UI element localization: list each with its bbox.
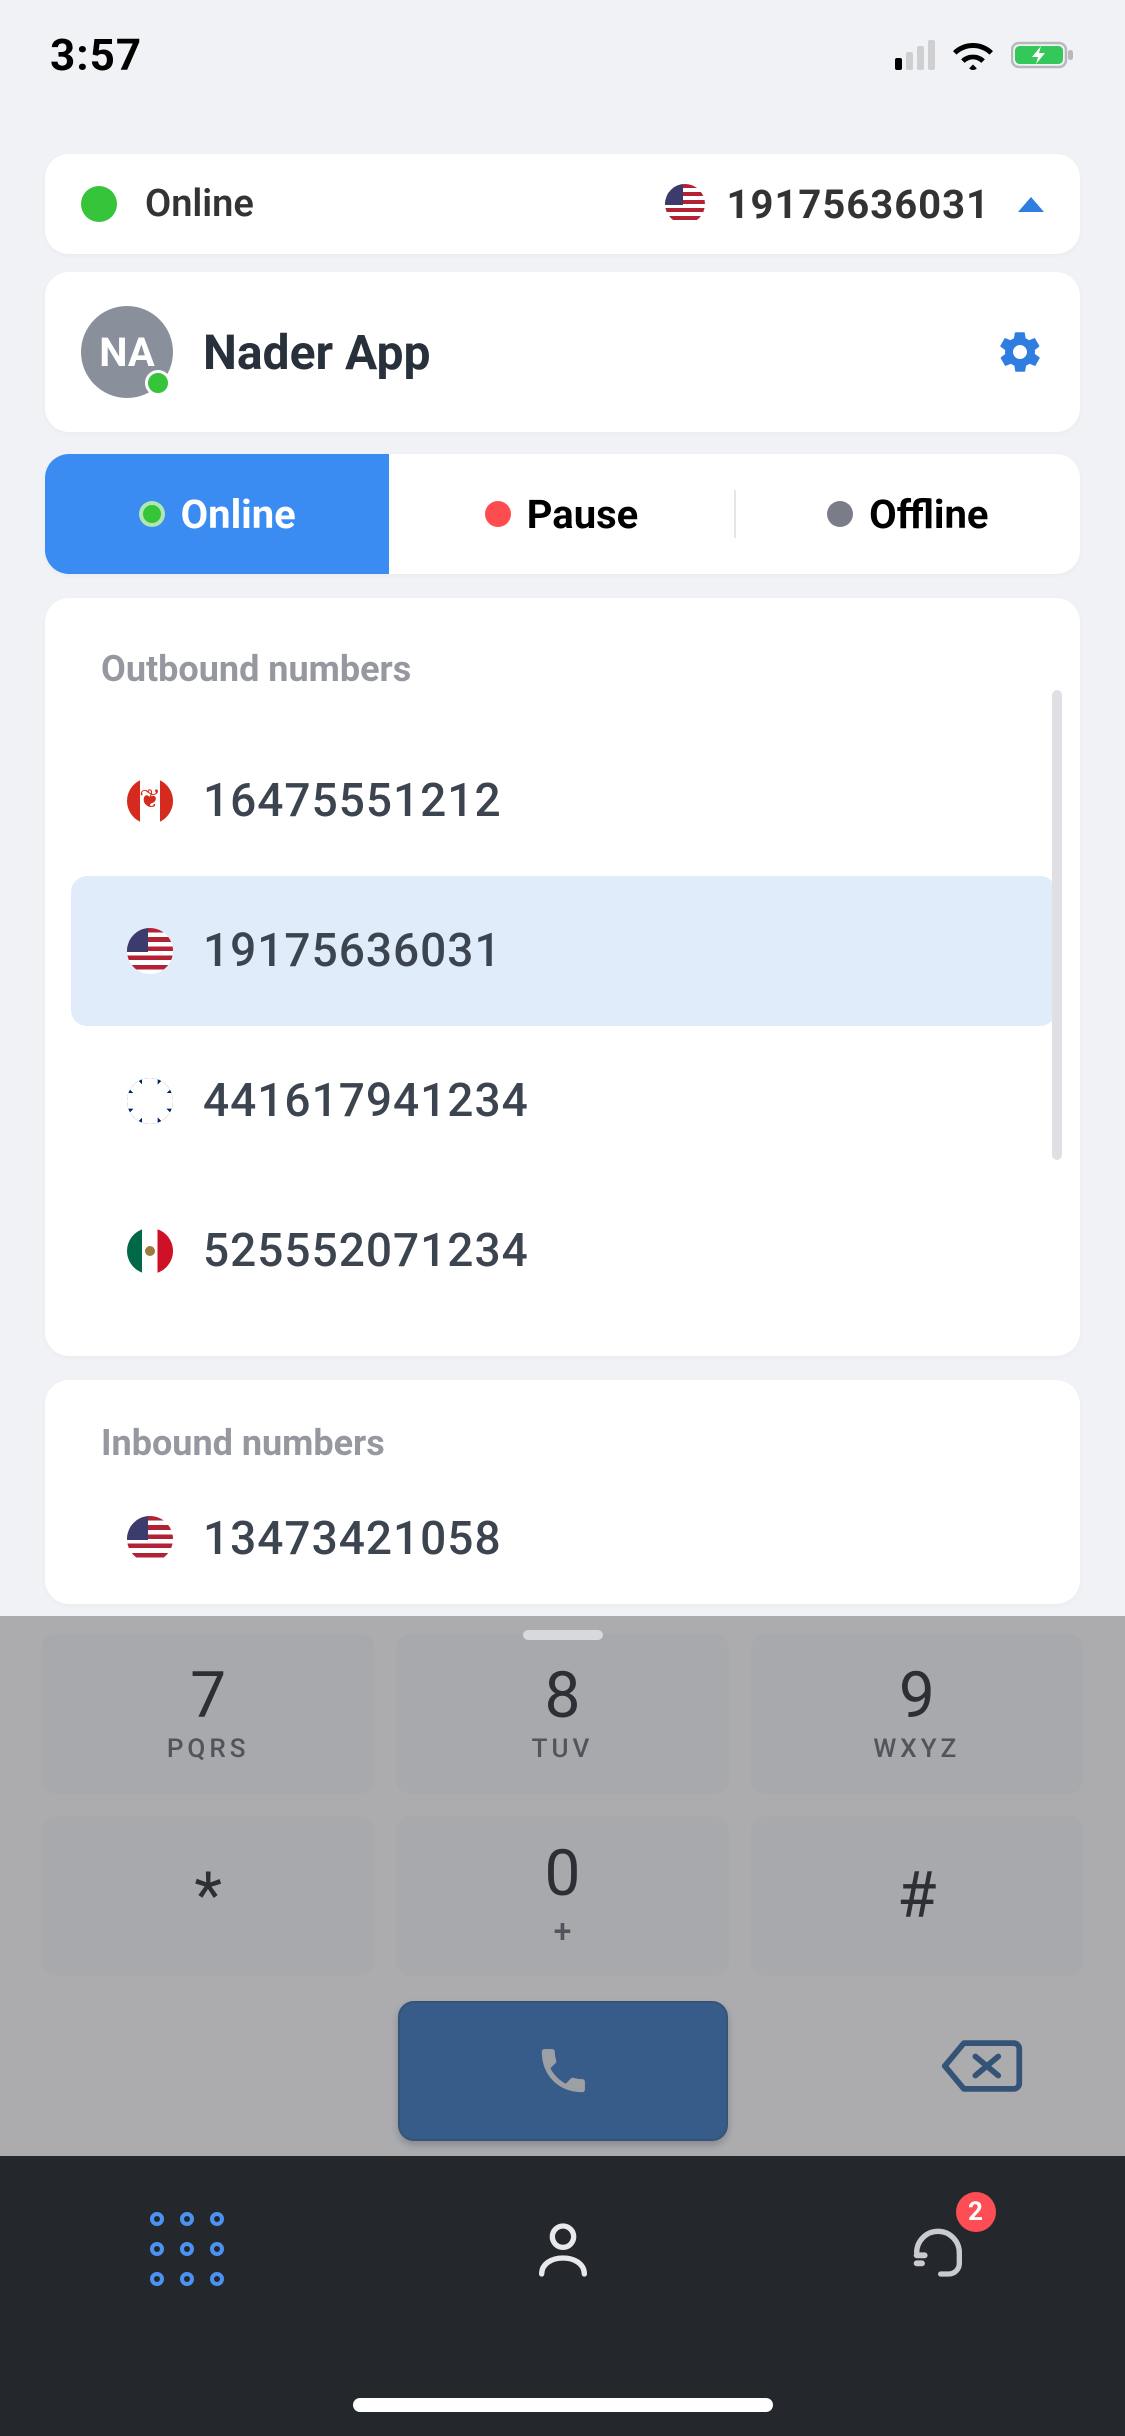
outbound-number-row[interactable]: 19175636031 [71,876,1056,1026]
outbound-number-row[interactable]: 525552071234 [71,1176,1054,1326]
keypad-grid-icon [150,2212,226,2288]
scroll-indicator[interactable] [1052,690,1062,1160]
inbound-number-row[interactable]: 13473421058 [71,1474,1054,1604]
keypad-letters: PQRS [167,1734,250,1764]
backspace-button[interactable] [941,2036,1025,2100]
chevron-up-icon [1018,197,1044,212]
status-label: Online [145,182,254,226]
settings-button[interactable] [996,328,1044,376]
home-indicator[interactable] [353,2398,773,2412]
settings-sheet: Online 19175636031 NA Nader App Online P… [15,130,1110,1640]
inbound-numbers-card: Inbound numbers 13473421058 [45,1380,1080,1604]
avatar-initials: NA [99,329,154,376]
sheet-grabber[interactable] [523,1630,603,1640]
keypad-digit: 7 [190,1664,226,1728]
keypad-key-star[interactable]: * [42,1816,374,1976]
inbound-number: 13473421058 [203,1512,502,1566]
outbound-number: 525552071234 [203,1224,529,1278]
status-time: 3:57 [50,29,142,81]
keypad-key-0[interactable]: 0 + [396,1816,728,1976]
profile-bar: NA Nader App [45,272,1080,432]
cellular-signal-icon [895,40,935,70]
call-button[interactable] [398,2001,728,2141]
backspace-icon [941,2036,1025,2096]
nav-contacts[interactable] [513,2200,613,2300]
section-title-inbound: Inbound numbers [45,1394,1080,1474]
online-dot-icon [139,501,165,527]
selected-number: 19175636031 [727,181,990,228]
keypad-key-8[interactable]: 8 TUV [396,1634,728,1794]
flag-us-icon [665,184,705,224]
presence-dot-icon [145,370,171,396]
person-icon [531,2218,595,2282]
keypad-digit: # [897,1864,936,1928]
segment-pause[interactable]: Pause [389,454,733,574]
flag-mx-icon [127,1228,173,1274]
segment-label: Offline [869,491,988,538]
flag-ca-icon [127,778,173,824]
wifi-icon [953,40,993,70]
avatar[interactable]: NA [81,306,173,398]
keypad-letters: WXYZ [873,1734,960,1764]
selected-number-bar[interactable]: Online 19175636031 [45,154,1080,254]
outbound-number-row[interactable]: 441617941234 [71,1026,1054,1176]
keypad-letters: TUV [532,1734,594,1764]
keypad-key-7[interactable]: 7 PQRS [42,1634,374,1794]
flag-us-icon [127,1516,173,1562]
status-bar: 3:57 [0,0,1125,110]
headset-icon [906,2218,970,2282]
keypad-digit: 8 [545,1664,581,1728]
status-dot-icon [81,186,117,222]
battery-charging-icon [1011,40,1075,70]
keypad-digit: 9 [899,1664,935,1728]
offline-dot-icon [827,501,853,527]
phone-icon [535,2043,591,2099]
flag-uk-icon [127,1078,173,1124]
keypad-digit: 0 [545,1842,581,1906]
nav-keypad[interactable] [138,2200,238,2300]
segment-label: Online [181,491,296,538]
status-segmented-control: Online Pause Offline [45,454,1080,574]
nav-activity[interactable]: 2 [888,2200,988,2300]
outbound-number: 16475551212 [203,774,502,828]
outbound-number-row[interactable]: 16475551212 [71,726,1054,876]
outbound-number: 19175636031 [203,924,502,978]
flag-us-icon [127,928,173,974]
outbound-number: 441617941234 [203,1074,529,1128]
notification-badge: 2 [956,2192,996,2232]
bottom-nav: 2 [0,2156,1125,2436]
segment-online[interactable]: Online [45,454,389,574]
segment-offline[interactable]: Offline [736,454,1080,574]
keypad-key-9[interactable]: 9 WXYZ [751,1634,1083,1794]
pause-dot-icon [485,501,511,527]
segment-label: Pause [527,491,639,538]
outbound-numbers-card: Outbound numbers 16475551212 19175636031… [45,598,1080,1356]
gear-icon [996,328,1044,376]
profile-name: Nader App [203,324,431,381]
keypad-letters: + [554,1912,572,1950]
section-title-outbound: Outbound numbers [45,628,1080,726]
keypad-digit: * [194,1864,222,1928]
keypad-key-hash[interactable]: # [751,1816,1083,1976]
